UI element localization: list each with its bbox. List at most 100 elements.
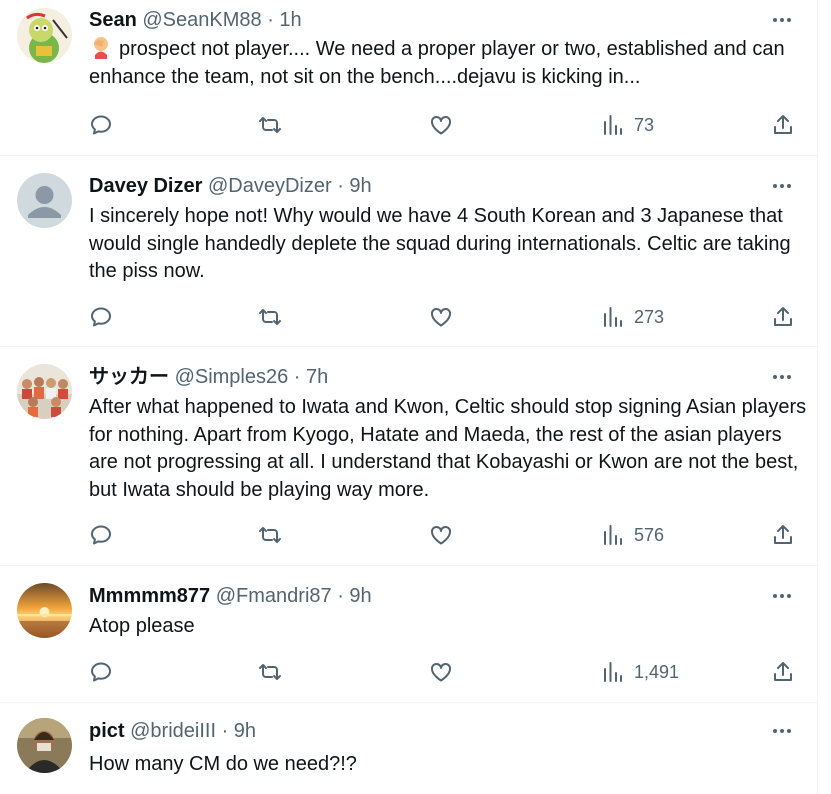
tweet-actions: 273 xyxy=(89,303,799,331)
views-button[interactable]: 73 xyxy=(601,111,654,139)
views-count: 576 xyxy=(634,524,665,545)
separator: · xyxy=(331,585,350,607)
display-name[interactable]: Mmmmm877 xyxy=(89,585,210,607)
like-button[interactable] xyxy=(429,658,453,686)
repost-button[interactable] xyxy=(258,303,282,331)
tweet-actions: 73 xyxy=(89,111,799,139)
tweet-text: How many CM do we need?!? xyxy=(89,753,357,775)
reply-feed: Sean @SeanKM88 · 1h prospect not player.… xyxy=(0,0,818,794)
tweet-text: I sincerely hope not! Why would we have … xyxy=(89,205,791,282)
tweet-header: pict @brideiIII · 9h xyxy=(89,718,256,744)
more-icon xyxy=(773,18,791,22)
reply-icon xyxy=(91,307,111,327)
repost-icon xyxy=(259,309,281,325)
reply-button[interactable] xyxy=(89,521,113,549)
heart-icon xyxy=(431,662,451,682)
reply-icon xyxy=(91,662,111,682)
share-button[interactable] xyxy=(771,658,795,686)
person-facepalming-emoji xyxy=(89,35,113,59)
like-button[interactable] xyxy=(429,303,453,331)
like-button[interactable] xyxy=(429,521,453,549)
separator: · xyxy=(216,720,234,742)
more-icon xyxy=(773,375,791,379)
views-button[interactable]: 576 xyxy=(601,521,664,549)
reply-button[interactable] xyxy=(89,111,113,139)
more-options-button[interactable] xyxy=(770,365,794,389)
like-button[interactable] xyxy=(429,111,453,139)
share-button[interactable] xyxy=(771,111,795,139)
more-icon xyxy=(773,729,791,733)
tweet-actions: 1,491 xyxy=(89,658,799,686)
more-options-button[interactable] xyxy=(770,8,794,32)
heart-icon xyxy=(431,115,451,135)
repost-button[interactable] xyxy=(258,111,282,139)
handle[interactable]: @DaveyDizer xyxy=(208,175,332,197)
tweet-actions: 576 xyxy=(89,521,799,549)
tweet-header: Mmmmm877 @Fmandri87 · 9h xyxy=(89,583,372,609)
tweet-header: サッカー @Simples26 · 7h xyxy=(89,364,328,390)
display-name[interactable]: pict xyxy=(89,720,125,742)
reply-icon xyxy=(91,525,111,545)
views-button[interactable]: 273 xyxy=(601,303,664,331)
reply-button[interactable] xyxy=(89,658,113,686)
share-icon xyxy=(774,115,792,134)
repost-icon xyxy=(259,527,281,543)
tweet-text: prospect not player.... We need a proper… xyxy=(89,35,809,91)
repost-icon xyxy=(259,664,281,680)
tweet[interactable]: Sean @SeanKM88 · 1h prospect not player.… xyxy=(0,0,817,156)
views-count: 1,491 xyxy=(634,661,680,682)
avatar[interactable] xyxy=(17,8,72,63)
heart-icon xyxy=(431,307,451,327)
views-button[interactable]: 1,491 xyxy=(601,658,679,686)
views-count: 273 xyxy=(634,306,665,327)
avatar[interactable] xyxy=(17,718,72,773)
reply-button[interactable] xyxy=(89,303,113,331)
separator: · xyxy=(261,9,280,31)
repost-button[interactable] xyxy=(258,658,282,686)
timestamp[interactable]: 9h xyxy=(234,720,256,742)
sunset-photo-avatar xyxy=(17,583,72,638)
display-name[interactable]: サッカー xyxy=(89,366,169,388)
timestamp[interactable]: 1h xyxy=(279,9,301,31)
separator: · xyxy=(331,175,350,197)
handle[interactable]: @brideiIII xyxy=(130,720,216,742)
views-chart-icon xyxy=(604,307,622,327)
repost-icon xyxy=(259,117,281,133)
separator: · xyxy=(288,366,307,388)
handle[interactable]: @Simples26 xyxy=(175,366,289,388)
more-options-button[interactable] xyxy=(770,584,794,608)
group-photo-avatar xyxy=(17,364,72,419)
tweet[interactable]: Mmmmm877 @Fmandri87 · 9h Atop please 1,4… xyxy=(0,566,817,703)
avatar[interactable] xyxy=(17,173,72,228)
display-name[interactable]: Davey Dizer xyxy=(89,175,202,197)
more-options-button[interactable] xyxy=(770,174,794,198)
timestamp[interactable]: 9h xyxy=(349,585,371,607)
repost-button[interactable] xyxy=(258,521,282,549)
tweet[interactable]: pict @brideiIII · 9h How many CM do we n… xyxy=(0,703,817,794)
handle[interactable]: @SeanKM88 xyxy=(142,9,261,31)
avatar[interactable] xyxy=(17,364,72,419)
share-button[interactable] xyxy=(771,521,795,549)
timestamp[interactable]: 7h xyxy=(306,366,328,388)
tweet-text-content: prospect not player.... We need a proper… xyxy=(89,38,785,88)
display-name[interactable]: Sean xyxy=(89,9,137,31)
more-icon xyxy=(773,594,791,598)
timestamp[interactable]: 9h xyxy=(349,175,371,197)
avatar[interactable] xyxy=(17,583,72,638)
share-button[interactable] xyxy=(771,303,795,331)
tweet-text: After what happened to Iwata and Kwon, C… xyxy=(89,396,807,501)
default-profile-avatar xyxy=(17,173,72,228)
share-icon xyxy=(774,662,792,681)
handle[interactable]: @Fmandri87 xyxy=(216,585,332,607)
share-icon xyxy=(774,525,792,544)
tweet-header: Davey Dizer @DaveyDizer · 9h xyxy=(89,173,372,199)
more-options-button[interactable] xyxy=(770,719,794,743)
tweet-header: Sean @SeanKM88 · 1h xyxy=(89,7,302,33)
tweet-text: Atop please xyxy=(89,615,195,637)
tweet[interactable]: サッカー @Simples26 · 7h After what happened… xyxy=(0,347,817,566)
views-chart-icon xyxy=(604,662,622,682)
reply-icon xyxy=(91,115,111,135)
tweet[interactable]: Davey Dizer @DaveyDizer · 9h I sincerely… xyxy=(0,156,817,347)
views-count: 73 xyxy=(634,114,655,135)
views-chart-icon xyxy=(604,115,622,135)
